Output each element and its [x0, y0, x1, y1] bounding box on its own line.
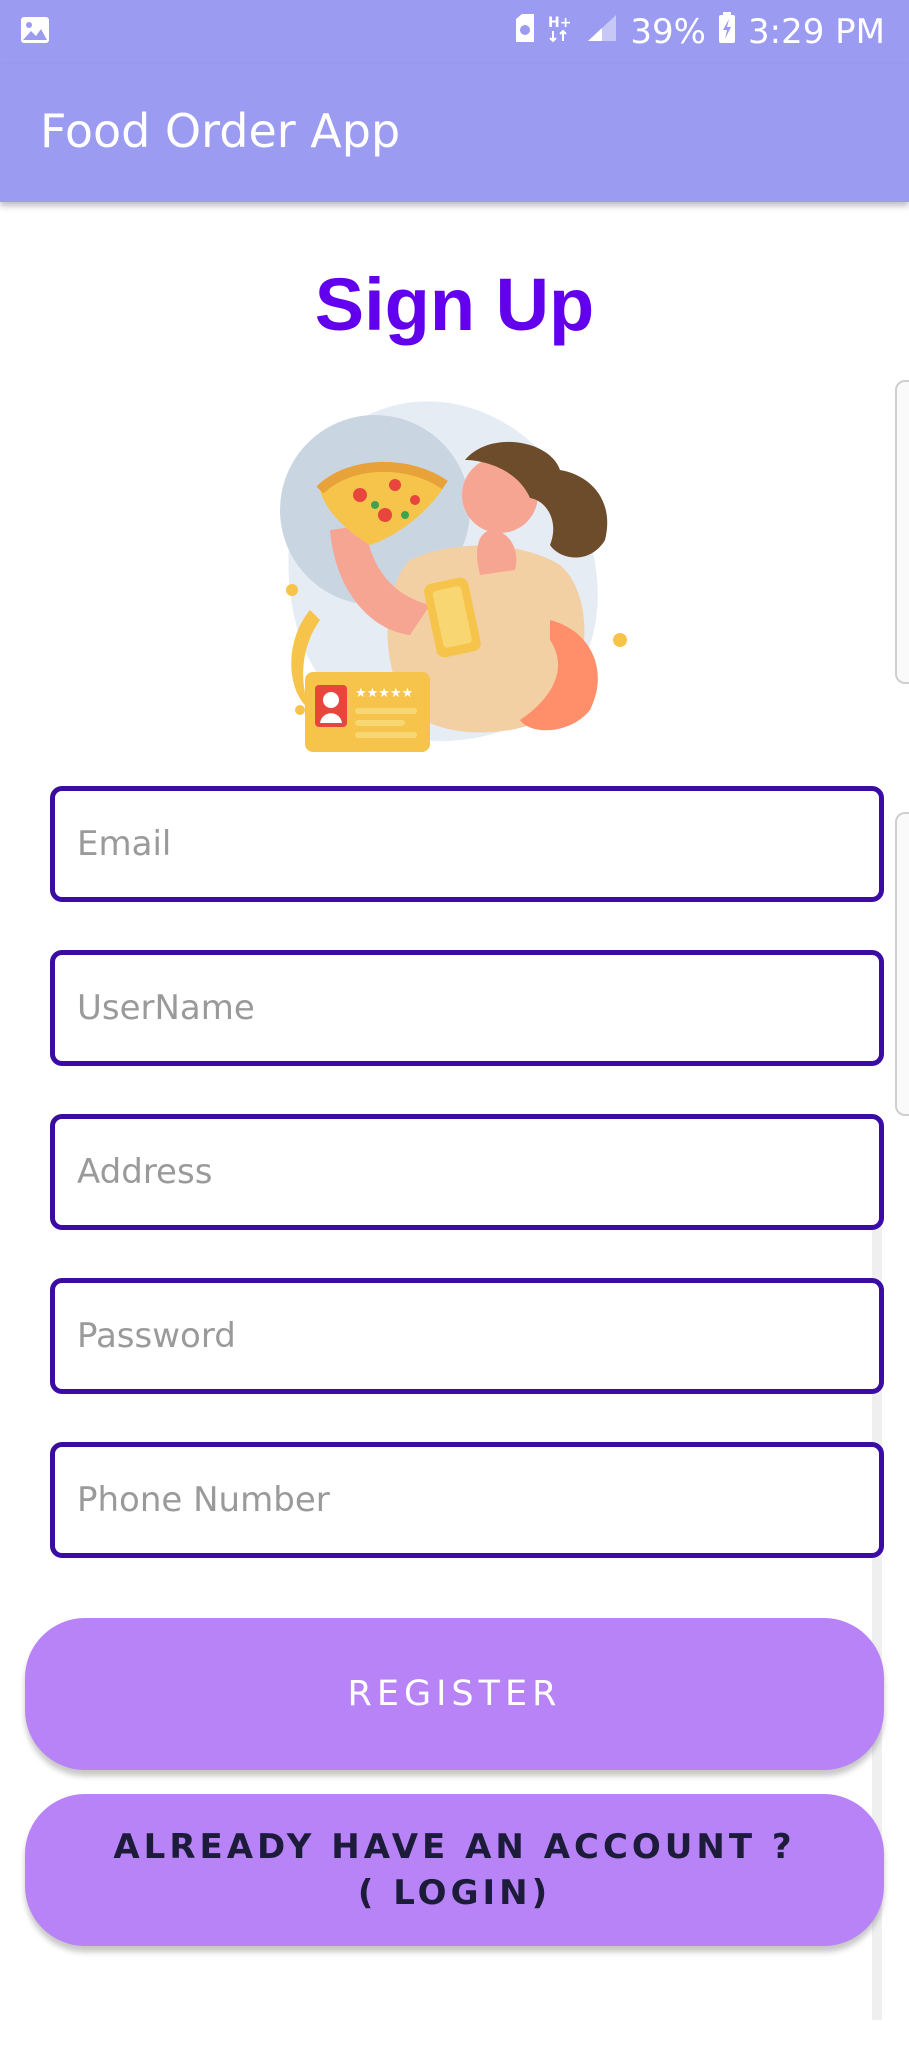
svg-text:★★★★★: ★★★★★ [355, 686, 413, 701]
girl-eating-pizza-illustration: ★★★★★ [260, 390, 640, 760]
password-input[interactable] [55, 1283, 879, 1389]
email-field[interactable] [50, 786, 884, 902]
svg-text:H+: H+ [548, 15, 571, 31]
address-field[interactable] [50, 1114, 884, 1230]
battery-charging-icon [718, 11, 736, 53]
image-icon [20, 16, 50, 49]
edge-panel-handle[interactable] [895, 380, 909, 684]
page-title: Sign Up [314, 263, 595, 346]
username-field[interactable] [50, 950, 884, 1066]
phone-number-input[interactable] [55, 1447, 879, 1553]
login-button-label: ALREADY HAVE AN ACCOUNT ? ( LOGIN) [113, 1827, 796, 1913]
signal-icon [586, 12, 618, 52]
login-link-button[interactable]: ALREADY HAVE AN ACCOUNT ? ( LOGIN) [25, 1794, 884, 1946]
password-field[interactable] [50, 1278, 884, 1394]
sim-icon [514, 12, 536, 52]
clock: 3:29 PM [748, 12, 885, 52]
address-input[interactable] [55, 1119, 879, 1225]
email-input[interactable] [55, 791, 879, 897]
phone-field[interactable] [50, 1442, 884, 1558]
status-bar: H+ 39% 3:29 PM [0, 0, 909, 64]
app-title: Food Order App [40, 104, 401, 158]
edge-panel-handle[interactable] [895, 812, 909, 1116]
network-h-plus-icon: H+ [548, 12, 574, 52]
register-button-label: REGISTER [347, 1674, 562, 1714]
username-input[interactable] [55, 955, 879, 1061]
register-button[interactable]: REGISTER [25, 1618, 884, 1770]
app-bar: Food Order App [0, 64, 909, 202]
battery-level: 39% [630, 12, 706, 52]
